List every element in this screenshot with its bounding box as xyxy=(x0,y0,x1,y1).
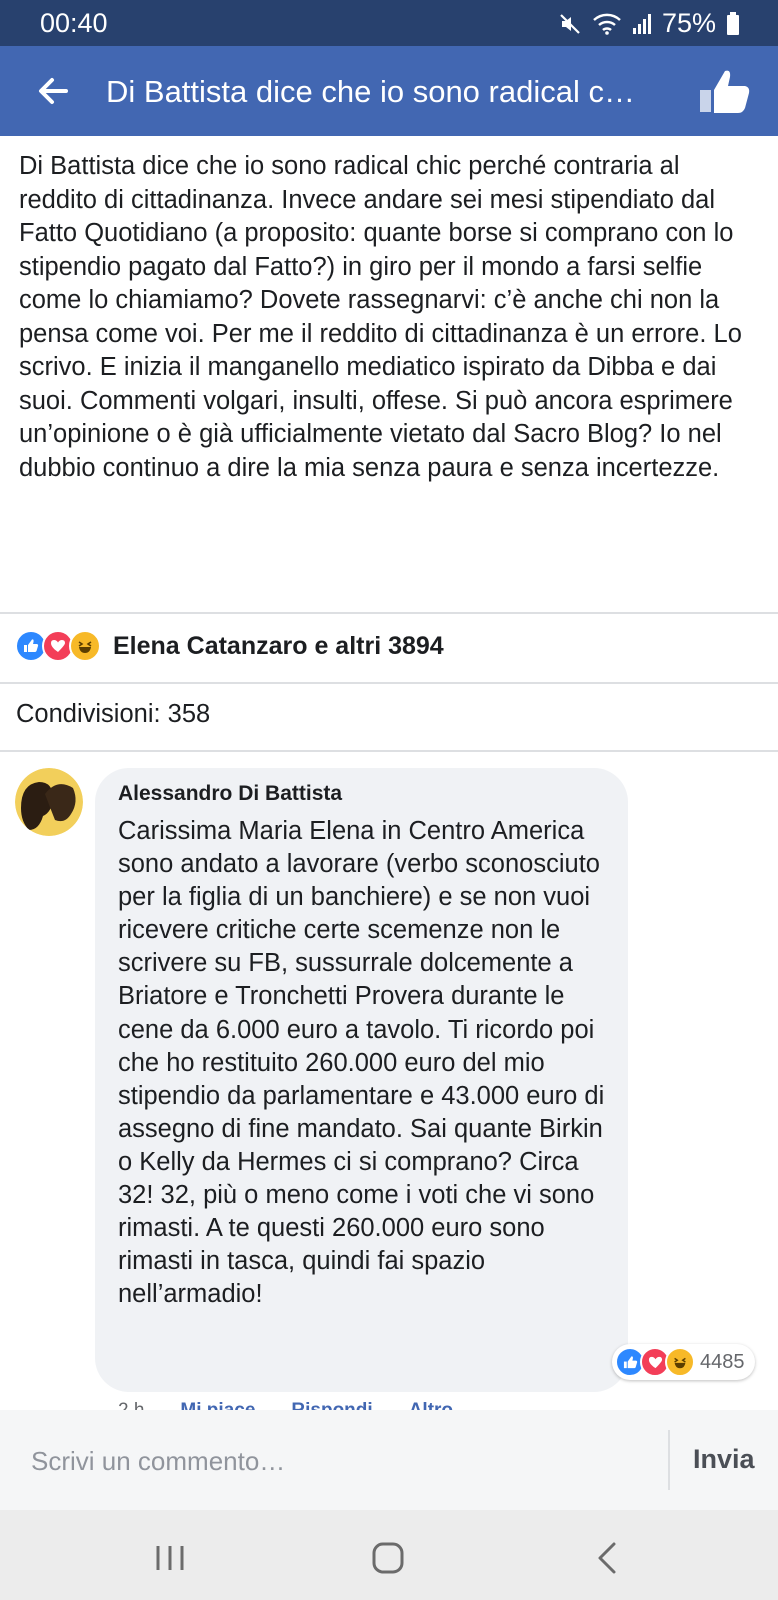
home-icon xyxy=(372,1542,404,1574)
wifi-icon xyxy=(593,13,621,35)
status-time: 00:40 xyxy=(40,8,108,38)
recent-apps-button[interactable] xyxy=(150,1538,190,1578)
post-text: Di Battista dice che io sono radical chi… xyxy=(19,152,742,482)
comment-author[interactable]: Alessandro Di Battista xyxy=(118,782,342,806)
system-back-button[interactable] xyxy=(588,1538,628,1578)
battery-icon xyxy=(727,11,739,35)
comment-text: Carissima Maria Elena in Centro America … xyxy=(118,817,605,1309)
thumbs-up-icon xyxy=(700,70,750,113)
divider xyxy=(668,1430,670,1490)
reaction-summary[interactable]: Elena Catanzaro e altri 3894 xyxy=(15,628,444,664)
avatar[interactable] xyxy=(15,768,83,836)
divider xyxy=(0,750,778,752)
back-icon xyxy=(598,1542,616,1574)
reactors-text: Elena Catanzaro e altri 3894 xyxy=(113,631,444,660)
comment-reactions[interactable]: 4485 xyxy=(612,1344,755,1380)
recent-apps-icon xyxy=(156,1546,184,1570)
send-button[interactable]: Invia xyxy=(693,1444,755,1475)
home-button[interactable] xyxy=(368,1538,408,1578)
haha-reaction-icon xyxy=(665,1347,695,1377)
like-page-button[interactable] xyxy=(698,64,754,120)
app-bar: Di Battista dice che io sono radical chi… xyxy=(0,46,778,136)
haha-reaction-icon xyxy=(69,630,101,662)
divider xyxy=(0,682,778,684)
comment-bubble[interactable]: Alessandro Di Battista Carissima Maria E… xyxy=(95,768,628,1392)
signal-icon xyxy=(632,13,651,34)
shares-count[interactable]: Condivisioni: 358 xyxy=(16,700,210,729)
status-bar: 00:40 75% xyxy=(0,0,778,46)
back-arrow-icon xyxy=(39,78,68,104)
battery-percent: 75% xyxy=(661,8,716,38)
system-nav-bar xyxy=(0,1510,778,1600)
comment-composer: Scrivi un commento… Invia xyxy=(0,1410,778,1510)
page-title: Di Battista dice che io sono radical chi… xyxy=(106,74,646,109)
comment-reaction-count: 4485 xyxy=(700,1350,745,1373)
comment-input[interactable]: Scrivi un commento… xyxy=(31,1446,285,1477)
back-button[interactable] xyxy=(30,68,76,114)
mute-icon xyxy=(560,13,580,34)
status-icons: 75% xyxy=(558,8,740,39)
divider xyxy=(0,612,778,614)
